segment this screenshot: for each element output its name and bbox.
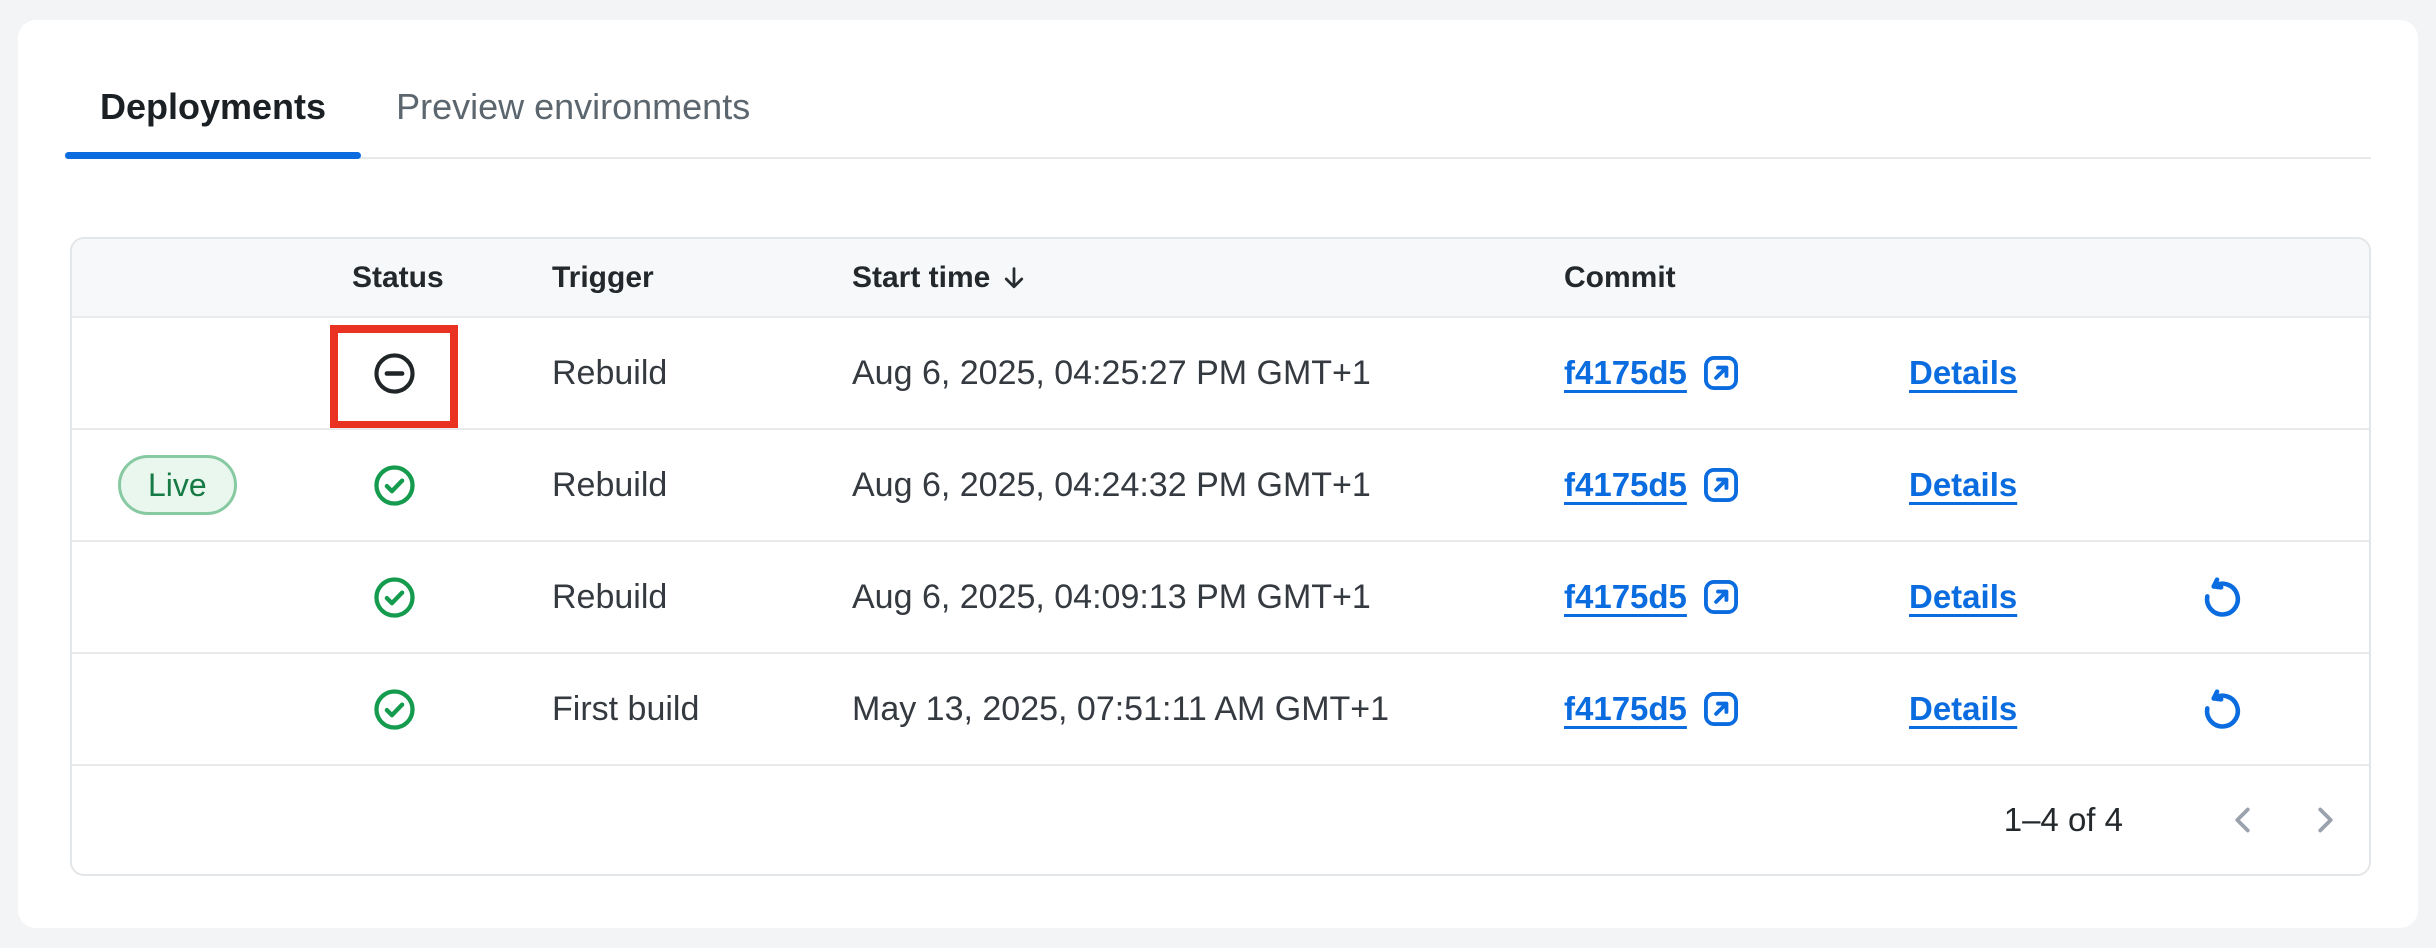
pagination-prev-button[interactable] xyxy=(2223,799,2265,841)
tab-preview-environments[interactable]: Preview environments xyxy=(361,58,785,156)
commit-cell: f4175d5 xyxy=(1564,688,1909,730)
external-link-icon xyxy=(1700,352,1742,394)
start-time-cell: Aug 6, 2025, 04:25:27 PM GMT+1 xyxy=(852,354,1564,393)
commit-hash-link[interactable]: f4175d5 xyxy=(1564,578,1687,616)
trigger-cell: Rebuild xyxy=(552,578,852,617)
page-background: { "colors": { "page_background": "#f3f4f… xyxy=(0,0,2436,948)
details-cell: Details xyxy=(1909,690,2149,728)
table-row: First build May 13, 2025, 07:51:11 AM GM… xyxy=(72,652,2369,764)
check-circle-icon xyxy=(371,686,418,733)
status-cell xyxy=(352,686,552,733)
active-tab-underline xyxy=(65,152,361,159)
tab-bar: Deployments Preview environments xyxy=(18,20,2418,156)
retry-button[interactable] xyxy=(2200,575,2245,620)
table-row: Rebuild Aug 6, 2025, 04:09:13 PM GMT+1 f… xyxy=(72,540,2369,652)
tab-deployments[interactable]: Deployments xyxy=(65,58,361,156)
tab-preview-environments-label: Preview environments xyxy=(396,86,750,128)
status-cell xyxy=(352,350,552,397)
deployments-card: Deployments Preview environments Status … xyxy=(18,20,2418,928)
details-cell: Details xyxy=(1909,578,2149,616)
commit-link[interactable]: f4175d5 xyxy=(1564,464,1742,506)
arrow-down-icon xyxy=(999,263,1029,293)
header-start-time[interactable]: Start time xyxy=(852,261,1564,295)
status-cell xyxy=(352,574,552,621)
live-badge: Live xyxy=(118,455,237,515)
pagination-range: 1–4 of 4 xyxy=(2004,801,2123,839)
external-link-icon xyxy=(1700,576,1742,618)
table-row: Live Rebuild Aug 6, 2025, 04:24:32 PM GM… xyxy=(72,428,2369,540)
status-cell xyxy=(352,462,552,509)
pagination-next-button[interactable] xyxy=(2303,799,2345,841)
commit-hash-link[interactable]: f4175d5 xyxy=(1564,466,1687,504)
start-time-cell: May 13, 2025, 07:51:11 AM GMT+1 xyxy=(852,690,1564,729)
details-link[interactable]: Details xyxy=(1909,354,2017,392)
external-link-icon xyxy=(1700,464,1742,506)
external-link-icon xyxy=(1700,688,1742,730)
deployments-table: Status Trigger Start time Commit xyxy=(70,237,2371,876)
header-start-time-label: Start time xyxy=(852,261,990,295)
minus-circle-icon xyxy=(371,350,418,397)
header-commit: Commit xyxy=(1564,261,1909,295)
commit-link[interactable]: f4175d5 xyxy=(1564,352,1742,394)
actions-cell xyxy=(2149,687,2369,732)
details-cell: Details xyxy=(1909,466,2149,504)
environment-cell: Live xyxy=(72,455,352,515)
trigger-cell: First build xyxy=(552,690,852,729)
table-header-row: Status Trigger Start time Commit xyxy=(72,239,2369,316)
details-link[interactable]: Details xyxy=(1909,690,2017,728)
commit-cell: f4175d5 xyxy=(1564,464,1909,506)
chevron-right-icon xyxy=(2306,802,2342,838)
actions-cell xyxy=(2149,575,2369,620)
header-trigger: Trigger xyxy=(552,261,852,295)
trigger-cell: Rebuild xyxy=(552,354,852,393)
tab-deployments-label: Deployments xyxy=(100,86,326,128)
check-circle-icon xyxy=(371,462,418,509)
check-circle-icon xyxy=(371,574,418,621)
retry-icon xyxy=(2200,687,2245,732)
table-footer: 1–4 of 4 xyxy=(72,764,2369,874)
details-link[interactable]: Details xyxy=(1909,578,2017,616)
commit-hash-link[interactable]: f4175d5 xyxy=(1564,690,1687,728)
tab-bar-divider xyxy=(65,157,2371,159)
header-trigger-label: Trigger xyxy=(552,261,654,295)
retry-button[interactable] xyxy=(2200,687,2245,732)
header-status-label: Status xyxy=(352,261,444,295)
details-cell: Details xyxy=(1909,354,2149,392)
start-time-cell: Aug 6, 2025, 04:09:13 PM GMT+1 xyxy=(852,578,1564,617)
start-time-cell: Aug 6, 2025, 04:24:32 PM GMT+1 xyxy=(852,466,1564,505)
retry-icon xyxy=(2200,575,2245,620)
commit-cell: f4175d5 xyxy=(1564,352,1909,394)
chevron-left-icon xyxy=(2226,802,2262,838)
header-commit-label: Commit xyxy=(1564,261,1676,295)
trigger-cell: Rebuild xyxy=(552,466,852,505)
commit-cell: f4175d5 xyxy=(1564,576,1909,618)
commit-link[interactable]: f4175d5 xyxy=(1564,688,1742,730)
commit-hash-link[interactable]: f4175d5 xyxy=(1564,354,1687,392)
table-row: Rebuild Aug 6, 2025, 04:25:27 PM GMT+1 f… xyxy=(72,316,2369,428)
commit-link[interactable]: f4175d5 xyxy=(1564,576,1742,618)
details-link[interactable]: Details xyxy=(1909,466,2017,504)
header-status: Status xyxy=(352,261,552,295)
